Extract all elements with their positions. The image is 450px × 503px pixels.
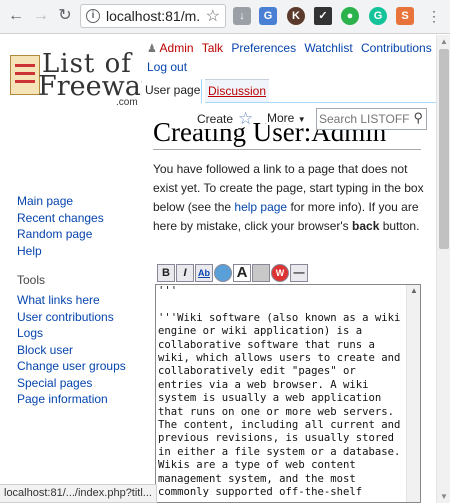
tab-user-page[interactable]: User page — [142, 79, 204, 103]
watch-star-icon[interactable]: ☆ — [238, 109, 253, 129]
bookmark-star-icon[interactable]: ☆ — [206, 6, 220, 26]
info-icon[interactable]: i — [86, 9, 100, 23]
checkbox-extension-icon[interactable]: ✓ — [314, 7, 332, 25]
sidebar-item-logs[interactable]: Logs — [17, 325, 126, 342]
internal-link-button[interactable]: Ab — [195, 264, 213, 282]
personal-tools: ♟ Admin Talk Preferences Watchlist Contr… — [147, 39, 436, 76]
personal-tools-preferences[interactable]: Preferences — [231, 41, 296, 55]
intro-back-word: back — [352, 219, 380, 233]
search-box[interactable]: ⚲ — [316, 108, 427, 130]
address-bar[interactable]: i localhost:81/m... ☆ — [80, 4, 226, 28]
personal-tools-username[interactable]: Admin — [160, 41, 194, 55]
tab-discussion[interactable]: Discussion — [205, 79, 270, 103]
personal-tools-logout[interactable]: Log out — [147, 60, 187, 74]
headline-button[interactable]: A — [233, 264, 251, 282]
sidebar-tools-heading: Tools — [17, 273, 46, 287]
address-bar-url[interactable]: localhost:81/m... — [106, 8, 201, 24]
page-title-rule — [153, 149, 421, 150]
grammarly-extension-icon[interactable]: G — [369, 7, 387, 25]
sidebar-item-what-links-here[interactable]: What links here — [17, 292, 126, 309]
reload-icon[interactable]: ↻ — [55, 6, 75, 26]
search-input[interactable] — [319, 111, 409, 127]
scroll-up-icon[interactable]: ▲ — [410, 286, 418, 295]
editor-content[interactable]: ''' '''Wiki software (also known as a wi… — [158, 285, 406, 500]
bold-button[interactable]: B — [157, 264, 175, 282]
horizontal-line-icon[interactable]: — — [290, 264, 308, 282]
italic-button[interactable]: I — [176, 264, 194, 282]
chevron-down-icon: ▼ — [297, 115, 306, 124]
intro-paragraph: You have followed a link to a page that … — [153, 160, 428, 236]
back-arrow-icon[interactable]: ← — [6, 6, 26, 26]
tab-more-menu[interactable]: More ▼ — [266, 111, 307, 125]
download-extension-icon[interactable]: ↓ — [233, 7, 251, 25]
search-icon[interactable]: ⚲ — [413, 110, 423, 126]
page-scrollbar[interactable]: ▲ ▼ — [436, 35, 450, 503]
sidebar-tools: What links here User contributions Logs … — [17, 292, 126, 408]
tab-more-label: More — [267, 111, 295, 125]
chat-extension-icon[interactable]: ● — [341, 7, 359, 25]
translate-extension-icon[interactable]: G — [259, 7, 277, 25]
browser-toolbar: ← → ↻ i localhost:81/m... ☆ ↓ G K ✓ ● G … — [0, 0, 450, 34]
sidebar-navigation: Main page Recent changes Random page Hel… — [17, 193, 104, 259]
sync-extension-icon[interactable]: S — [396, 7, 414, 25]
scrollbar-thumb[interactable] — [439, 49, 449, 249]
personal-tools-talk[interactable]: Talk — [202, 41, 223, 55]
personal-tools-watchlist[interactable]: Watchlist — [304, 41, 352, 55]
user-icon: ♟ — [147, 43, 157, 55]
sidebar-item-recent-changes[interactable]: Recent changes — [17, 210, 104, 227]
menu-dots-icon[interactable]: ⋮ — [424, 6, 444, 26]
site-logo[interactable]: List of Freeware .com — [8, 49, 170, 109]
scroll-down-icon[interactable]: ▼ — [440, 492, 448, 501]
clipboard-logo-icon — [10, 55, 40, 95]
scroll-up-icon[interactable]: ▲ — [440, 37, 448, 46]
sidebar-item-page-information[interactable]: Page information — [17, 391, 126, 408]
wikitext-editor[interactable]: ''' '''Wiki software (also known as a wi… — [155, 284, 421, 503]
editor-scrollbar[interactable]: ▲ — [406, 285, 420, 502]
sidebar-item-block-user[interactable]: Block user — [17, 342, 126, 359]
nowiki-button-icon[interactable]: W — [271, 264, 289, 282]
forward-arrow-icon[interactable]: → — [31, 6, 51, 26]
sidebar-item-change-user-groups[interactable]: Change user groups — [17, 358, 126, 375]
help-page-link[interactable]: help page — [234, 200, 287, 214]
external-link-globe-icon[interactable] — [214, 264, 232, 282]
logo-text-line3: .com — [116, 97, 138, 108]
personal-tools-contributions[interactable]: Contributions — [361, 41, 432, 55]
sidebar-item-special-pages[interactable]: Special pages — [17, 375, 126, 392]
k-extension-icon[interactable]: K — [287, 7, 305, 25]
tab-create[interactable]: Create — [192, 109, 239, 129]
page-content: List of Freeware .com ♟ Admin Talk Prefe… — [0, 35, 436, 503]
sidebar-item-help[interactable]: Help — [17, 243, 104, 260]
intro-text-3: button. — [379, 219, 420, 233]
sidebar-item-random-page[interactable]: Random page — [17, 226, 104, 243]
embedded-file-icon[interactable] — [252, 264, 270, 282]
tab-separator — [201, 79, 202, 103]
sidebar-item-user-contributions[interactable]: User contributions — [17, 309, 126, 326]
tab-rule — [205, 102, 436, 103]
status-bar-url: localhost:81/.../index.php?titl... — [0, 484, 157, 503]
sidebar-item-main-page[interactable]: Main page — [17, 193, 104, 210]
